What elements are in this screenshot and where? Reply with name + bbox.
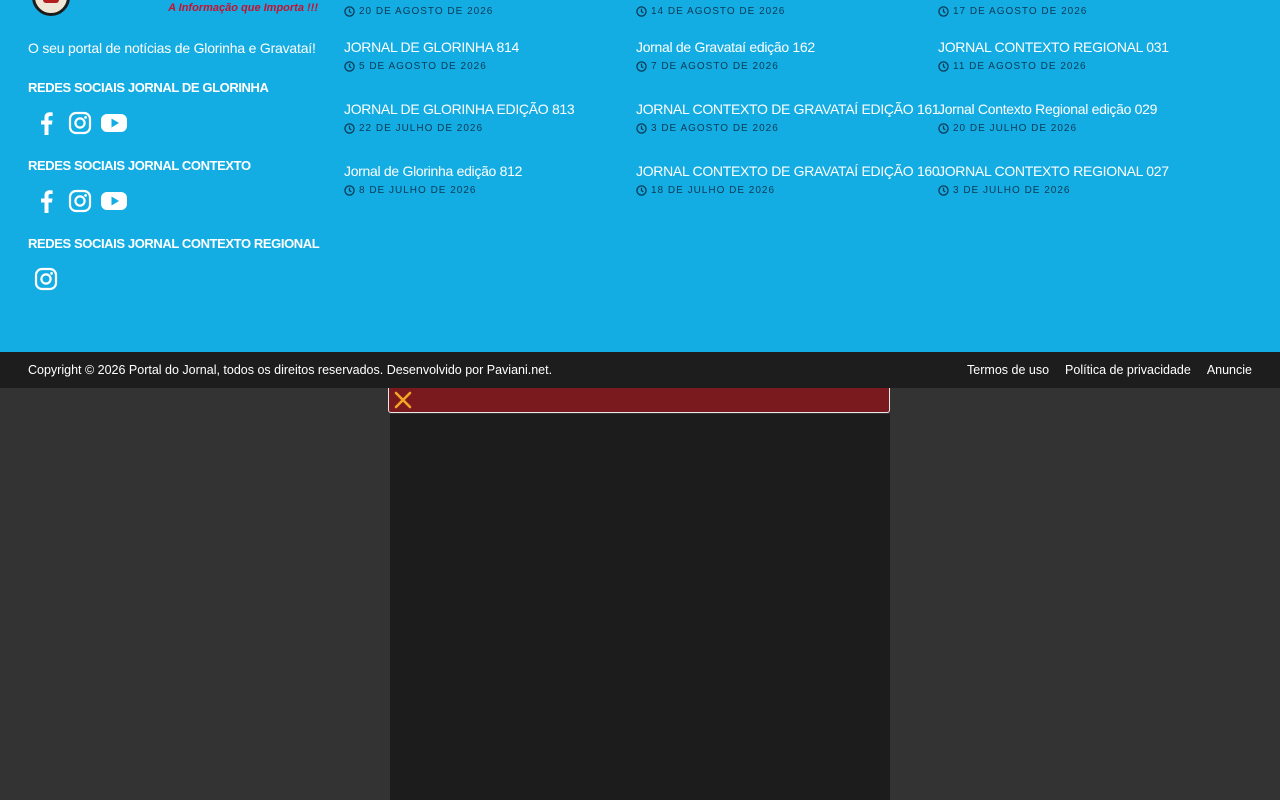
terms-link[interactable]: Termos de uso [967,352,1049,388]
post-date: 22 DE JULHO DE 2026 [344,122,634,135]
post-date: 7 DE AGOSTO DE 2026 [636,60,926,73]
footer-about-text: O seu portal de notícias de Glorinha e G… [28,40,316,56]
post-date: 11 DE AGOSTO DE 2026 [938,60,1228,73]
clock-icon [344,61,355,72]
post-date: 5 DE AGOSTO DE 2026 [344,60,634,73]
post-title-link[interactable]: JORNAL DE GLORINHA EDIÇÃO 813 [344,100,634,118]
clock-icon [344,123,355,134]
post-date-text: 20 DE AGOSTO DE 2026 [359,6,494,17]
list-item: JORNAL CONTEXTO DE GRAVATAÍ EDIÇÃO 161 3… [636,100,940,135]
footer-links: Termos de uso Política de privacidade An… [967,352,1252,388]
list-item: JORNAL CONTEXTO REGIONAL 031 11 DE AGOST… [938,38,1228,73]
ad-close-bar [388,388,890,413]
clock-icon [344,185,355,196]
post-date-text: 3 DE JULHO DE 2026 [953,185,1071,196]
post-date-text: 18 DE JULHO DE 2026 [651,185,776,196]
post-date-text: 8 DE JULHO DE 2026 [359,185,477,196]
logo-emblem [32,0,70,16]
post-title-link[interactable]: JORNAL CONTEXTO REGIONAL 031 [938,38,1228,56]
facebook-icon[interactable] [32,109,60,137]
social-links-contexto [32,187,128,215]
list-item: Jornal Contexto Regional edição 029 20 D… [938,100,1228,135]
post-date: 3 DE AGOSTO DE 2026 [636,122,926,135]
list-item: JORNAL DE GLORINHA 814 5 DE AGOSTO DE 20… [344,38,634,73]
instagram-icon[interactable] [32,265,60,293]
logo-tagline: A Informação que Importa !!! [168,2,318,14]
post-date-text: 7 DE AGOSTO DE 2026 [651,61,779,72]
social-title-contexto: REDES SOCIAIS JORNAL CONTEXTO [28,158,251,173]
clock-icon [636,185,647,196]
post-date: 17 DE AGOSTO DE 2026 [938,5,1087,18]
clock-icon [344,6,355,17]
site-logo[interactable]: A Informação que Importa !!! [28,0,318,18]
post-date: 18 DE JULHO DE 2026 [636,184,926,197]
social-links-glorinha [32,109,128,137]
clock-icon [636,6,647,17]
post-date-text: 22 DE JULHO DE 2026 [359,123,484,134]
post-title-link[interactable]: Jornal Contexto Regional edição 029 [938,100,1228,118]
post-title-link[interactable]: JORNAL CONTEXTO REGIONAL 027 [938,162,1228,180]
footer-widgets: A Informação que Importa !!! O seu porta… [0,0,1280,352]
post-date: 3 DE JULHO DE 2026 [938,184,1228,197]
list-item: Jornal de Glorinha edição 812 8 DE JULHO… [344,162,634,197]
close-icon[interactable] [393,390,413,410]
clock-icon [938,123,949,134]
post-date-text: 20 DE JULHO DE 2026 [953,123,1078,134]
clock-icon [636,123,647,134]
instagram-icon[interactable] [66,187,94,215]
post-date: 20 DE JULHO DE 2026 [938,122,1228,135]
clock-icon [938,6,949,17]
post-title-link[interactable]: Jornal de Gravataí edição 162 [636,38,926,56]
social-links-contexto-regional [32,265,60,293]
copyright-text: Copyright © 2026 Portal do Jornal, todos… [28,363,553,377]
social-title-contexto-regional: REDES SOCIAIS JORNAL CONTEXTO REGIONAL [28,236,320,251]
copyright-bar: Copyright © 2026 Portal do Jornal, todos… [0,352,1280,388]
post-title-link[interactable]: JORNAL CONTEXTO DE GRAVATAÍ EDIÇÃO 160 [636,162,940,180]
post-date-text: 11 DE AGOSTO DE 2026 [953,61,1087,72]
sticky-ad-container [390,414,890,800]
post-date: 14 DE AGOSTO DE 2026 [636,5,785,18]
list-item: JORNAL CONTEXTO REGIONAL 027 3 DE JULHO … [938,162,1228,197]
facebook-icon[interactable] [32,187,60,215]
clock-icon [938,61,949,72]
youtube-icon[interactable] [100,109,128,137]
post-title-link[interactable]: JORNAL DE GLORINHA 814 [344,38,634,56]
post-date: 20 DE AGOSTO DE 2026 [344,5,493,18]
clock-icon [636,61,647,72]
post-date-text: 5 DE AGOSTO DE 2026 [359,61,487,72]
post-date-text: 14 DE AGOSTO DE 2026 [651,6,786,17]
advertise-link[interactable]: Anuncie [1207,352,1252,388]
post-date-text: 17 DE AGOSTO DE 2026 [953,6,1088,17]
list-item: JORNAL CONTEXTO DE GRAVATAÍ EDIÇÃO 160 1… [636,162,940,197]
privacy-policy-link[interactable]: Política de privacidade [1065,352,1191,388]
post-date: 8 DE JULHO DE 2026 [344,184,634,197]
post-date-text: 3 DE AGOSTO DE 2026 [651,123,779,134]
post-title-link[interactable]: Jornal de Glorinha edição 812 [344,162,634,180]
list-item: Jornal de Gravataí edição 162 7 DE AGOST… [636,38,926,73]
youtube-icon[interactable] [100,187,128,215]
list-item: JORNAL DE GLORINHA EDIÇÃO 813 22 DE JULH… [344,100,634,135]
clock-icon [938,185,949,196]
social-title-glorinha: REDES SOCIAIS JORNAL DE GLORINHA [28,80,269,95]
post-title-link[interactable]: JORNAL CONTEXTO DE GRAVATAÍ EDIÇÃO 161 [636,100,940,118]
instagram-icon[interactable] [66,109,94,137]
